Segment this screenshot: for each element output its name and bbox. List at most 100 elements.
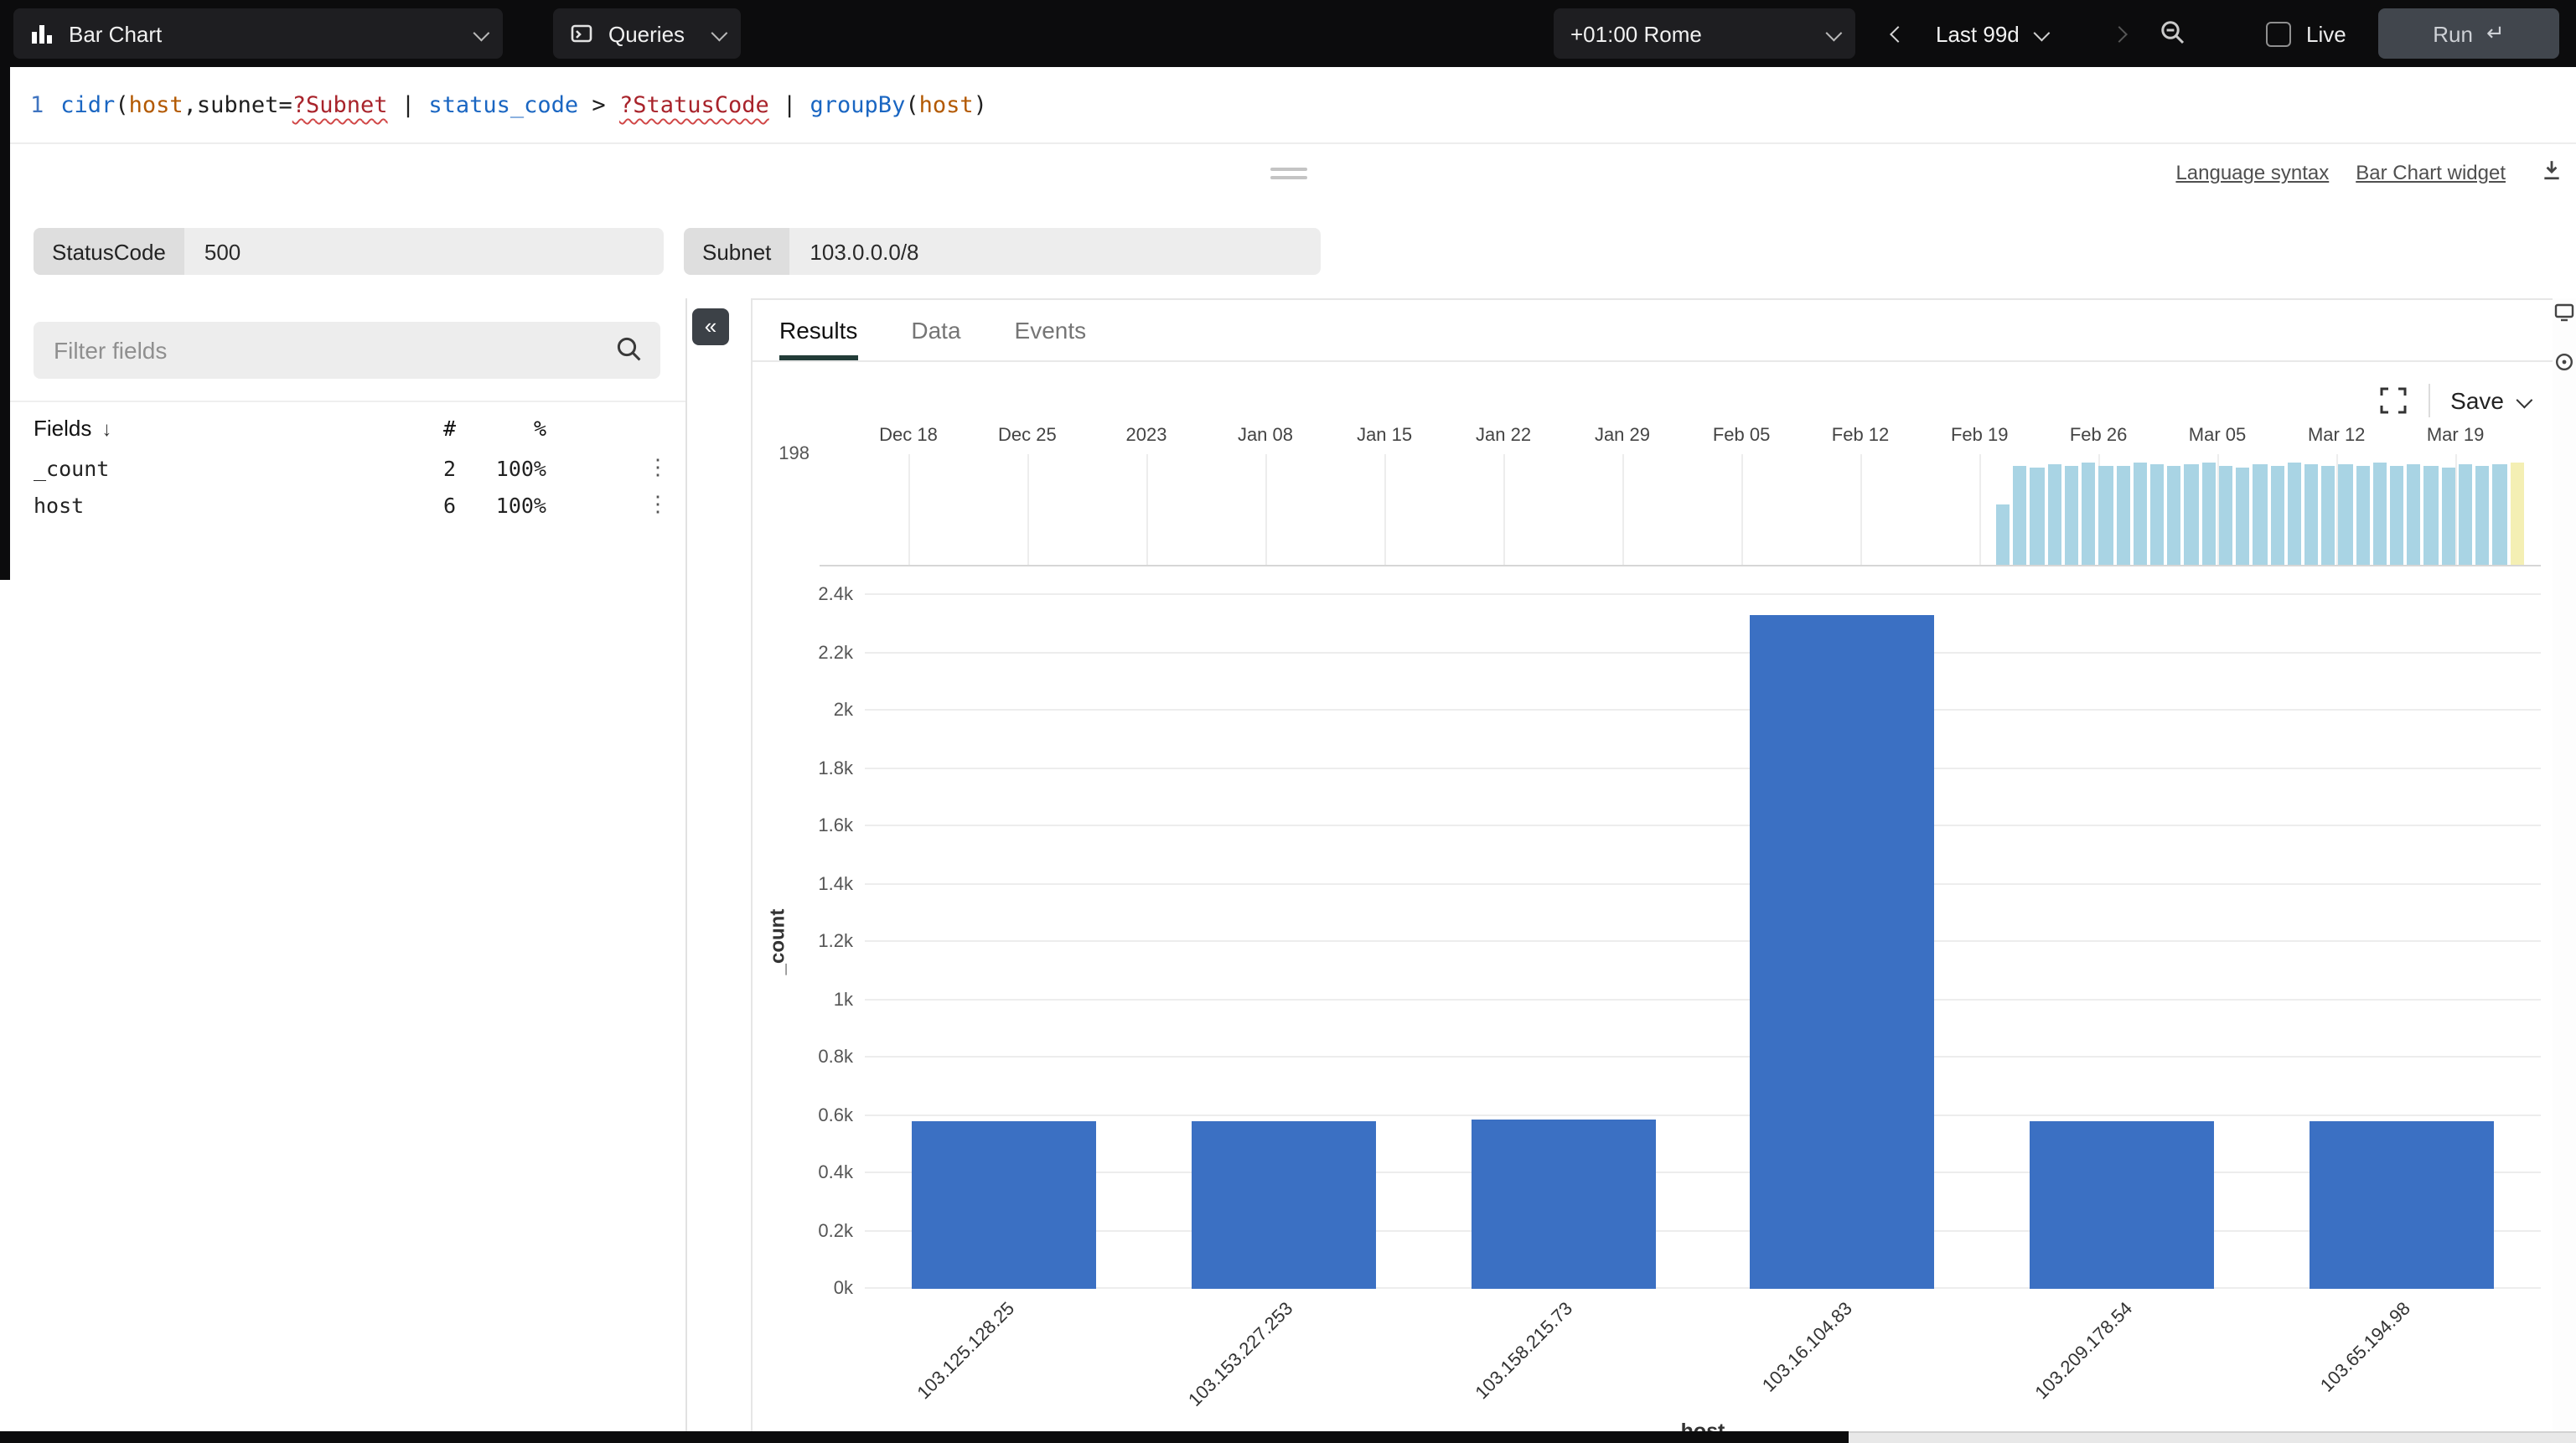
chart-column	[1144, 595, 1423, 1289]
timeline-bar[interactable]	[2356, 466, 2370, 565]
chevron-left-icon	[1889, 25, 1906, 42]
timeline-gridline	[1741, 454, 1744, 565]
timeline-bar[interactable]	[2510, 463, 2524, 565]
timeline-bar[interactable]	[2201, 463, 2216, 565]
timeline-bar[interactable]	[2218, 466, 2233, 565]
timeline-bar[interactable]	[2116, 466, 2130, 565]
timeline-bar[interactable]	[2167, 466, 2181, 565]
monitor-icon[interactable]	[2554, 302, 2574, 322]
timeline-bar[interactable]	[2423, 466, 2439, 565]
tab-results[interactable]: Results	[779, 300, 857, 360]
timeline-bar[interactable]	[2082, 463, 2096, 565]
timeline-tick-label: 2023	[1125, 426, 1167, 446]
crosshair-icon[interactable]	[2554, 352, 2574, 372]
x-tick-label: 103.65.194.98	[2317, 1299, 2416, 1397]
x-tick-label: 103.209.178.54	[2030, 1299, 2136, 1404]
query-token: ,	[183, 92, 197, 119]
timeline-bar[interactable]	[2475, 466, 2490, 565]
field-menu-icon[interactable]: ⋮	[647, 456, 669, 481]
fullscreen-button[interactable]	[2378, 385, 2408, 416]
time-forward-button[interactable]	[2095, 8, 2142, 59]
timeline-bar[interactable]	[2304, 464, 2319, 565]
timeline-bar[interactable]	[2390, 466, 2404, 565]
timeline-gridline	[908, 454, 910, 565]
parameter-statuscode-input[interactable]	[184, 228, 664, 275]
timeline-bar[interactable]	[2321, 466, 2335, 565]
right-gutter	[2553, 298, 2576, 1431]
x-tick-label: 103.125.128.25	[913, 1299, 1019, 1404]
timeline-bar[interactable]	[2184, 464, 2199, 565]
timeline-bar[interactable]	[2098, 466, 2113, 565]
time-range-dropdown[interactable]: Last 99d	[1936, 8, 2051, 59]
timeline-gridline	[1027, 454, 1029, 565]
parameter-subnet-input[interactable]	[789, 228, 1322, 275]
parameters-bar: StatusCode Subnet	[0, 204, 2576, 298]
chart-bar[interactable]	[2030, 1120, 2215, 1289]
query-token: |	[387, 92, 429, 119]
timeline-bar[interactable]	[2372, 463, 2387, 565]
field-row[interactable]: _count 2 100% ⋮	[0, 456, 685, 493]
timezone-label: +01:00 Rome	[1570, 21, 1702, 46]
timeline-bar[interactable]	[2149, 464, 2165, 565]
query-editor[interactable]: 1 cidr(host,subnet=?Subnet | status_code …	[0, 67, 2576, 144]
collapse-editor-icon[interactable]	[2541, 159, 2563, 181]
timeline-bar[interactable]	[2270, 466, 2284, 565]
timeline-bar[interactable]	[1996, 504, 2010, 565]
timeline-bar[interactable]	[2492, 464, 2507, 565]
timeline-bar[interactable]	[2338, 464, 2353, 565]
query-token: 1	[30, 92, 44, 119]
run-button[interactable]: Run ↵	[2378, 8, 2559, 59]
queries-dropdown[interactable]: Queries	[553, 8, 741, 59]
query-token: ?Subnet	[292, 92, 388, 119]
field-menu-icon[interactable]: ⋮	[647, 493, 669, 518]
save-dropdown[interactable]: Save	[2450, 387, 2533, 414]
timeline-bar[interactable]	[2407, 464, 2421, 565]
timeline-tick-label: Mar 05	[2188, 426, 2247, 446]
chart-plot	[865, 593, 2541, 1289]
timeline-bar[interactable]	[2064, 466, 2079, 565]
parameter-label: StatusCode	[34, 228, 184, 275]
tab-events[interactable]: Events	[1015, 300, 1087, 360]
timezone-dropdown[interactable]: +01:00 Rome	[1554, 8, 1855, 59]
timeline-tick-label: Feb 12	[1831, 426, 1890, 446]
timeline-bar[interactable]	[2236, 468, 2250, 565]
chart-yticks: 0k 0.2k 0.4k 0.6k 0.8k 1k 1.2k 1.4k 1.6k 1.8k 2k 2.…	[753, 585, 853, 1299]
timeline-bar[interactable]	[2013, 466, 2027, 565]
language-syntax-link[interactable]: Language syntax	[2175, 161, 2329, 184]
chart-bar[interactable]	[1471, 1120, 1656, 1289]
timeline-tick-label: Jan 15	[1357, 426, 1413, 446]
field-count: 6	[442, 493, 456, 518]
chart-bar[interactable]	[2309, 1121, 2494, 1289]
timeline-bar[interactable]	[2030, 468, 2045, 565]
timeline-tick-label: Feb 19	[1950, 426, 2009, 446]
collapse-fields-panel-button[interactable]: «	[692, 308, 729, 345]
live-checkbox[interactable]	[2266, 21, 2291, 46]
timeline-bar[interactable]	[2441, 468, 2455, 565]
time-back-button[interactable]	[1874, 8, 1921, 59]
query-token: (	[905, 92, 919, 119]
filter-fields-input[interactable]	[34, 322, 660, 379]
timeline-bar[interactable]	[2287, 463, 2301, 565]
chart-bar[interactable]	[1750, 614, 1935, 1289]
search-icon	[615, 335, 644, 364]
chart-bar[interactable]	[912, 1120, 1097, 1289]
timeline-bar[interactable]	[2458, 464, 2473, 565]
timeline-bar[interactable]	[2047, 464, 2061, 565]
tab-data[interactable]: Data	[911, 300, 960, 360]
y-tick-label: 2.4k	[818, 585, 853, 605]
widget-docs-link[interactable]: Bar Chart widget	[2356, 161, 2506, 184]
resize-handle[interactable]	[1270, 168, 1306, 179]
live-label: Live	[2306, 21, 2346, 46]
timeline-bar[interactable]	[2133, 463, 2147, 565]
chevron-down-icon	[711, 23, 728, 41]
timeline-bar[interactable]	[2253, 464, 2267, 565]
chart-toolbar: Save	[2378, 384, 2533, 417]
chart-bar[interactable]	[1192, 1121, 1376, 1289]
live-toggle[interactable]: Live	[2266, 8, 2346, 59]
zoom-out-button[interactable]	[2159, 18, 2187, 47]
widget-type-dropdown[interactable]: Bar Chart	[13, 8, 503, 59]
field-percent: 100%	[495, 456, 546, 481]
percent-column-header: %	[533, 416, 546, 441]
field-row[interactable]: host 6 100% ⋮	[0, 493, 685, 530]
fields-sort-header[interactable]: Fields ↓	[34, 416, 111, 441]
